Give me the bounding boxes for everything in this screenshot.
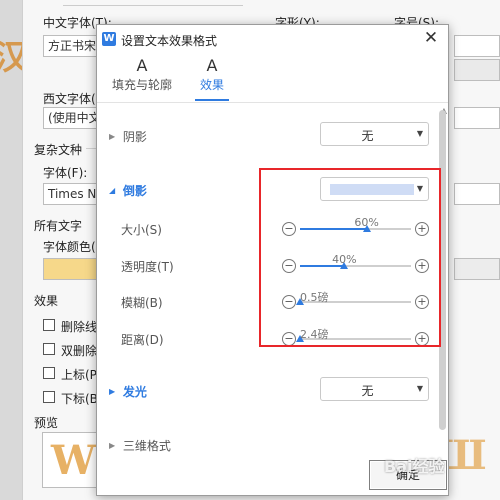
tab-fill-outline-label: 填充与轮廓 (111, 78, 172, 92)
reflection-section-header[interactable]: ◢ 倒影 (109, 182, 147, 199)
glow-dropdown[interactable]: 无 ▼ (320, 377, 429, 401)
shadow-dropdown[interactable]: 无 ▼ (320, 122, 429, 146)
expanded-caret-icon: ◢ (109, 186, 116, 195)
reflection-size-label: 大小(S) (121, 223, 162, 237)
reflection-blur-label: 模糊(B) (121, 296, 163, 310)
west-font-label: 西文字体( (43, 92, 96, 106)
superscript-checkbox[interactable] (43, 367, 55, 379)
subscript-label: 下标(B (61, 392, 98, 406)
font-color-label: 字体颜色( (43, 240, 96, 254)
tab-fill-outline[interactable]: A 填充与轮廓 (111, 55, 173, 101)
font-size-list[interactable] (454, 59, 500, 81)
effects-label: 效果 (34, 294, 59, 308)
collapsed-caret-icon: ▶ (109, 387, 116, 396)
west-size-input[interactable] (454, 107, 500, 129)
subscript-checkbox[interactable] (43, 391, 55, 403)
active-tab-underline (195, 99, 229, 101)
preview-label: 预览 (34, 416, 59, 430)
wps-app-icon: W (102, 32, 116, 46)
reflection-section-title: 倒影 (122, 184, 147, 198)
annotation-highlight-box (259, 168, 441, 347)
collapsed-caret-icon: ▶ (109, 132, 116, 141)
cn-font-input[interactable]: 方正书宋 (43, 35, 103, 57)
reflection-distance-label: 距离(D) (121, 333, 164, 347)
font-color-picker[interactable] (43, 258, 103, 280)
complex-font-label: 字体(F): (43, 166, 88, 180)
text-effect-icon: A (206, 56, 218, 75)
shadow-section-header[interactable]: ▶ 阴影 (109, 128, 147, 145)
tab-effects-label: 效果 (199, 78, 224, 92)
glow-section-header[interactable]: ▶ 发光 (109, 383, 147, 400)
dialog-titlebar: W 设置文本效果格式 ✕ (97, 25, 448, 53)
font-size-input[interactable] (454, 35, 500, 57)
glow-dropdown-value: 无 (361, 384, 374, 398)
chevron-down-icon: ▼ (416, 384, 423, 393)
close-icon[interactable]: ✕ (422, 29, 440, 47)
preview-box: W (42, 432, 98, 488)
reflection-transparency-label: 透明度(T) (121, 260, 174, 274)
strikethrough-checkbox[interactable] (43, 319, 55, 331)
dialog-tabs: A 填充与轮廓 A 效果 (97, 53, 448, 103)
glow-section-title: 发光 (122, 385, 147, 399)
chevron-down-icon: ▼ (416, 129, 423, 138)
double-strikethrough-label: 双删除 (61, 344, 98, 358)
complex-section-label: 复杂文种 (34, 143, 83, 157)
complex-size-input[interactable] (454, 183, 500, 205)
west-font-input[interactable]: (使用中文 (43, 107, 103, 129)
threed-section-title: 三维格式 (122, 439, 171, 453)
strikethrough-label: 删除线 (61, 320, 98, 334)
watermark-text: Bai经验 (384, 457, 445, 476)
text-fill-icon: A (136, 56, 148, 75)
threed-section-header[interactable]: ▶ 三维格式 (109, 437, 171, 454)
shadow-section-title: 阴影 (122, 130, 147, 144)
font-dialog-tabstrip (63, 0, 243, 6)
superscript-label: 上标(P (61, 368, 97, 382)
tab-effects[interactable]: A 效果 (195, 55, 229, 101)
underline-color-picker[interactable] (454, 258, 500, 280)
shadow-dropdown-value: 无 (361, 129, 374, 143)
dialog-title: 设置文本效果格式 (121, 34, 218, 48)
all-text-label: 所有文字 (34, 219, 83, 233)
preview-glyph: W (51, 437, 96, 484)
collapsed-caret-icon: ▶ (109, 441, 116, 450)
complex-font-input[interactable]: Times N (43, 183, 103, 205)
background-document-glyph: 汉 (0, 38, 22, 78)
double-strikethrough-checkbox[interactable] (43, 343, 55, 355)
background-window-edge: 汉 (0, 0, 22, 500)
